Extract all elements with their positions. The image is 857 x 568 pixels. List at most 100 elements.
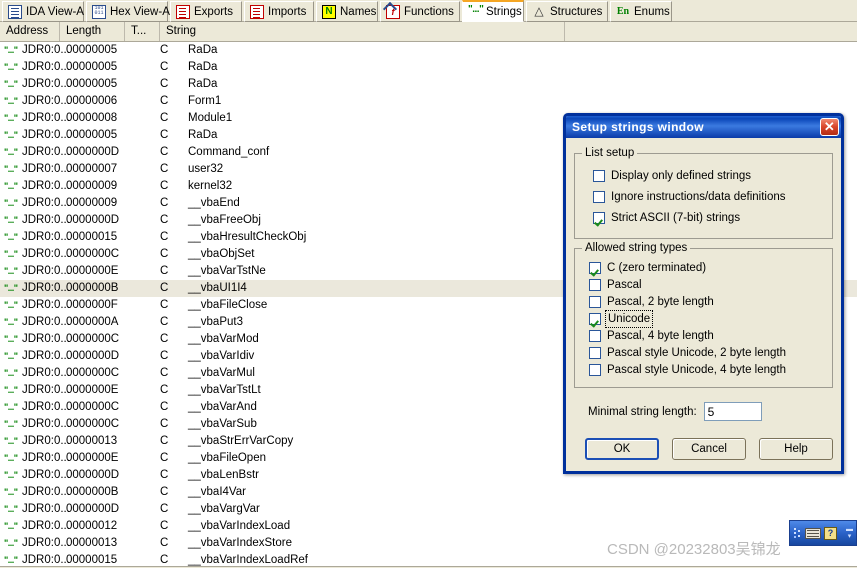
checkbox-pascal-style-unicode-4-byte-length[interactable]: Pascal style Unicode, 4 byte length <box>589 362 824 378</box>
cell-string: RaDa <box>188 129 218 141</box>
column-header-length[interactable]: Length <box>60 22 125 41</box>
cell-length: 00000006 <box>66 95 118 107</box>
help-button[interactable]: Help <box>759 438 833 460</box>
export-arrow-icon <box>176 4 190 19</box>
checkbox-checked-icon[interactable] <box>593 212 605 224</box>
csdn-watermark: CSDN @20232803吴锦龙 <box>607 541 781 558</box>
string-quotes-icon: "..." <box>4 538 18 548</box>
table-row[interactable]: "..." JDR0:0... 0000000D C __vbaVargVar <box>0 501 857 518</box>
checkbox-unchecked-icon[interactable] <box>589 279 601 291</box>
cell-string: __vbaVarSub <box>188 418 257 430</box>
cell-string: __vbaVarIndexStore <box>188 537 292 549</box>
cell-address: JDR0:0... <box>22 401 70 413</box>
cell-type: C <box>160 299 169 311</box>
cell-type: C <box>160 333 169 345</box>
cell-address: JDR0:0... <box>22 452 70 464</box>
column-header-address[interactable]: Address <box>0 22 60 41</box>
tab-names[interactable]: N Names <box>316 1 378 22</box>
minimal-string-length-input[interactable] <box>703 402 762 421</box>
cell-string: RaDa <box>188 44 218 56</box>
help-question-icon[interactable]: ? <box>824 526 837 540</box>
checkbox-unchecked-icon[interactable] <box>589 296 601 308</box>
string-quotes-icon: "..." <box>4 402 18 412</box>
cell-type: C <box>160 231 169 243</box>
checkbox-label: Pascal <box>607 279 642 291</box>
tab-label: Strings <box>486 5 522 18</box>
table-row[interactable]: "..." JDR0:0... 00000005 C RaDa <box>0 76 857 93</box>
checkbox-unicode[interactable]: Unicode <box>589 310 824 328</box>
table-row[interactable]: "..." JDR0:0... 00000005 C RaDa <box>0 59 857 76</box>
checkbox-pascal-style-unicode-2-byte-length[interactable]: Pascal style Unicode, 2 byte length <box>589 345 824 361</box>
tab-label: Structures <box>550 5 603 18</box>
checkbox-pascal[interactable]: Pascal <box>589 277 824 293</box>
string-quotes-icon: "..." <box>4 113 18 123</box>
cell-address: JDR0:0... <box>22 231 70 243</box>
cell-address: JDR0:0... <box>22 197 70 209</box>
cell-address: JDR0:0... <box>22 112 70 124</box>
checkbox-unchecked-icon[interactable] <box>589 347 601 359</box>
table-row[interactable]: "..." JDR0:0... 00000006 C Form1 <box>0 93 857 110</box>
import-arrow-icon <box>250 4 264 19</box>
string-quotes-icon: "..." <box>4 368 18 378</box>
ok-button[interactable]: OK <box>585 438 660 460</box>
checkbox-unchecked-icon[interactable] <box>593 191 605 203</box>
checkbox-unchecked-icon[interactable] <box>589 330 601 342</box>
tab-label: Names <box>340 5 377 18</box>
tab-enums[interactable]: En Enums <box>610 1 672 22</box>
string-quotes-icon: "..." <box>4 164 18 174</box>
tab-functions[interactable]: f Functions <box>380 1 460 22</box>
checkbox-display-only-defined-strings[interactable]: Display only defined strings <box>593 167 824 185</box>
table-row[interactable]: "..." JDR0:0... 00000005 C RaDa <box>0 42 857 59</box>
cell-length: 0000000D <box>66 214 120 226</box>
tab-structures[interactable]: △ Structures <box>526 1 608 22</box>
checkbox-c-zero-terminated[interactable]: C (zero terminated) <box>589 260 824 276</box>
column-header-string[interactable]: String <box>160 22 565 41</box>
tab-strings[interactable]: "..." Strings <box>462 0 524 22</box>
cell-address: JDR0:0... <box>22 350 70 362</box>
cell-string: __vbaObjSet <box>188 248 255 260</box>
cell-type: C <box>160 503 169 515</box>
cell-length: 00000013 <box>66 537 118 549</box>
cell-type: C <box>160 350 169 362</box>
keyboard-icon[interactable] <box>805 527 821 539</box>
cell-address: JDR0:0... <box>22 435 70 447</box>
tab-ida-view-a[interactable]: IDA View-A <box>2 1 84 22</box>
cell-address: JDR0:0... <box>22 486 70 498</box>
cell-address: JDR0:0... <box>22 469 70 481</box>
cell-string: __vbaUI1I4 <box>188 282 247 294</box>
grip-dots-icon[interactable] <box>793 527 802 539</box>
cell-address: JDR0:0... <box>22 146 70 158</box>
checkbox-label: Pascal style Unicode, 2 byte length <box>607 347 786 359</box>
cell-address: JDR0:0... <box>22 129 70 141</box>
table-row[interactable]: "..." JDR0:0... 0000000B C __vbaI4Var <box>0 484 857 501</box>
column-header-t[interactable]: T... <box>125 22 160 41</box>
close-icon[interactable]: ✕ <box>820 118 839 136</box>
cell-string: __vbaPut3 <box>188 316 243 328</box>
string-quotes-icon: "..." <box>4 249 18 259</box>
cell-length: 00000009 <box>66 197 118 209</box>
checkbox-checked-icon[interactable] <box>589 313 601 325</box>
checkbox-checked-icon[interactable] <box>589 262 601 274</box>
tab-imports[interactable]: Imports <box>244 1 314 22</box>
tab-hex-view-a[interactable]: 101 011 Hex View-A <box>86 1 170 22</box>
dialog-button-row: OK Cancel Help <box>585 438 833 460</box>
checkbox-ignore-instructions-data-definitions[interactable]: Ignore instructions/data definitions <box>593 188 824 206</box>
minimal-string-length-label: Minimal string length: <box>588 405 697 418</box>
cell-string: __vbaLenBstr <box>188 469 259 481</box>
ida-strings-window: IDA View-A 101 011 Hex View-A Exports Imports… <box>0 0 857 568</box>
cell-length: 0000000B <box>66 486 119 498</box>
table-row[interactable]: "..." JDR0:0... 00000012 C __vbaVarIndexLoad <box>0 518 857 535</box>
checkbox-unchecked-icon[interactable] <box>593 170 605 182</box>
string-quotes-icon: "..." <box>4 79 18 89</box>
tab-exports[interactable]: Exports <box>170 1 242 22</box>
string-quotes-icon: "..." <box>4 198 18 208</box>
checkbox-pascal-4-byte-length[interactable]: Pascal, 4 byte length <box>589 328 824 344</box>
cell-length: 0000000E <box>66 265 119 277</box>
checkbox-unchecked-icon[interactable] <box>589 364 601 376</box>
checkbox-pascal-2-byte-length[interactable]: Pascal, 2 byte length <box>589 294 824 310</box>
cell-length: 00000005 <box>66 44 118 56</box>
chevron-down-icon[interactable]: ▬ ▾ <box>846 526 853 540</box>
cancel-button[interactable]: Cancel <box>672 438 746 460</box>
windows-language-bar[interactable]: ? ▬ ▾ <box>789 520 857 546</box>
checkbox-strict-ascii-7-bit-strings[interactable]: Strict ASCII (7-bit) strings <box>593 209 824 227</box>
